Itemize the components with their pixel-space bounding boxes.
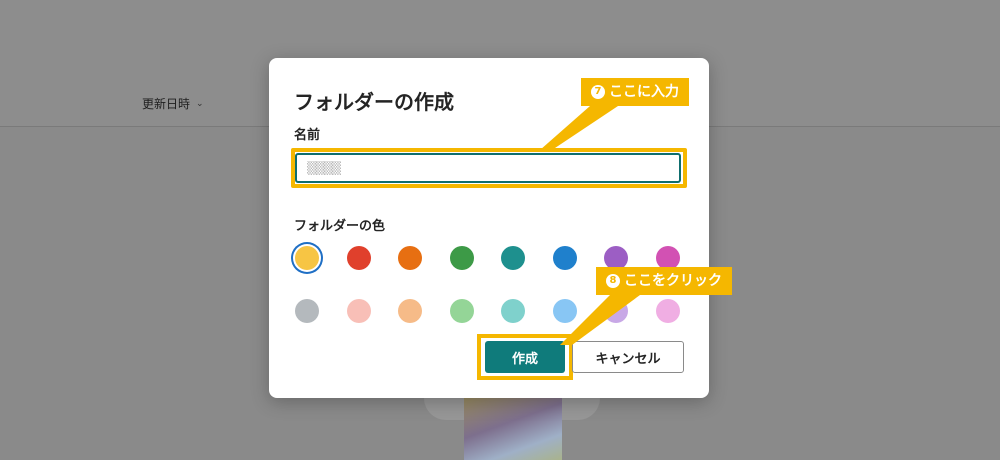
callout-pointers xyxy=(540,106,640,345)
step7-number: 7 xyxy=(591,85,605,99)
step8-text: ここをクリック xyxy=(624,273,722,289)
callout-pointer-1 xyxy=(540,106,618,150)
step7-text: ここに入力 xyxy=(609,84,679,100)
step7-callout: 7 ここに入力 xyxy=(581,78,689,106)
step8-callout: 8 ここをクリック xyxy=(596,267,732,295)
callout-pointer-2 xyxy=(560,295,640,345)
step8-number: 8 xyxy=(606,274,620,288)
